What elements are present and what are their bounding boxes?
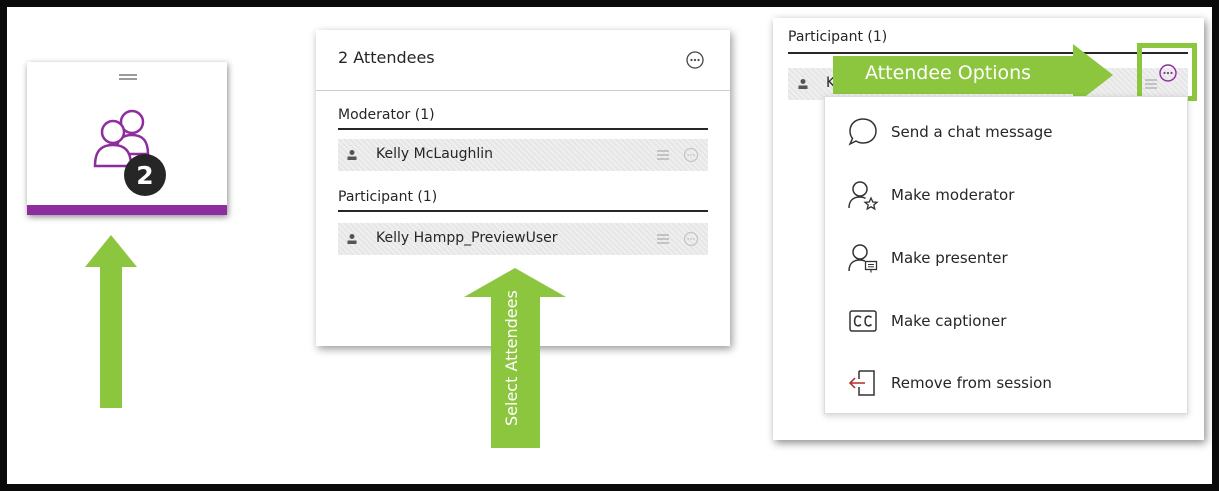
person-icon	[798, 79, 808, 89]
menu-item-send-chat[interactable]: Send a chat message	[825, 104, 1187, 160]
attendee-options-label: Attendee Options	[865, 62, 1032, 84]
group-divider	[338, 210, 708, 212]
active-indicator-bar	[27, 205, 227, 215]
header-divider	[316, 90, 730, 91]
menu-item-remove-from-session[interactable]: Remove from session	[825, 355, 1187, 411]
panel-title: 2 Attendees	[338, 48, 435, 67]
attendee-row[interactable]: Kelly McLaughlin	[338, 139, 708, 171]
list-icon[interactable]	[656, 149, 670, 161]
group-divider	[338, 128, 708, 130]
person-icon	[347, 150, 357, 160]
attendee-row[interactable]: Kelly Hampp_PreviewUser	[338, 223, 708, 255]
attendee-options-menu: Send a chat message Make moderator Make …	[824, 96, 1188, 414]
list-icon[interactable]	[656, 233, 670, 245]
menu-item-label: Make moderator	[891, 186, 1015, 204]
more-options-icon[interactable]	[683, 231, 699, 247]
person-screen-icon	[848, 244, 878, 273]
menu-item-make-presenter[interactable]: Make presenter	[825, 230, 1187, 286]
participant-group-label: Participant (1)	[338, 189, 438, 205]
more-options-icon[interactable]	[685, 50, 705, 70]
drag-handle-icon[interactable]	[119, 74, 137, 80]
exit-arrow-icon	[848, 370, 875, 396]
cc-icon	[849, 310, 877, 332]
menu-item-label: Make presenter	[891, 249, 1008, 267]
attendees-tile[interactable]: 2	[27, 62, 227, 215]
attendee-options-highlight	[1137, 43, 1197, 101]
select-attendees-callout: Select Attendees	[464, 268, 566, 448]
more-options-icon[interactable]	[683, 147, 699, 163]
attendee-name: Kelly McLaughlin	[376, 146, 494, 162]
person-icon	[347, 234, 357, 244]
chat-bubble-icon	[848, 118, 877, 146]
select-attendees-label: Select Attendees	[502, 290, 521, 426]
menu-item-label: Make captioner	[891, 312, 1007, 330]
menu-item-label: Send a chat message	[891, 123, 1053, 141]
menu-item-label: Remove from session	[891, 374, 1052, 392]
more-options-icon[interactable]	[1158, 63, 1178, 83]
menu-item-make-moderator[interactable]: Make moderator	[825, 167, 1187, 223]
menu-item-make-captioner[interactable]: Make captioner	[825, 293, 1187, 349]
moderator-group-label: Moderator (1)	[338, 107, 435, 123]
arrow-up-icon	[85, 235, 137, 408]
participant-group-label: Participant (1)	[788, 29, 888, 45]
attendee-count-badge: 2	[124, 154, 166, 196]
attendee-name: Kelly Hampp_PreviewUser	[376, 230, 558, 246]
person-star-icon	[848, 181, 879, 211]
